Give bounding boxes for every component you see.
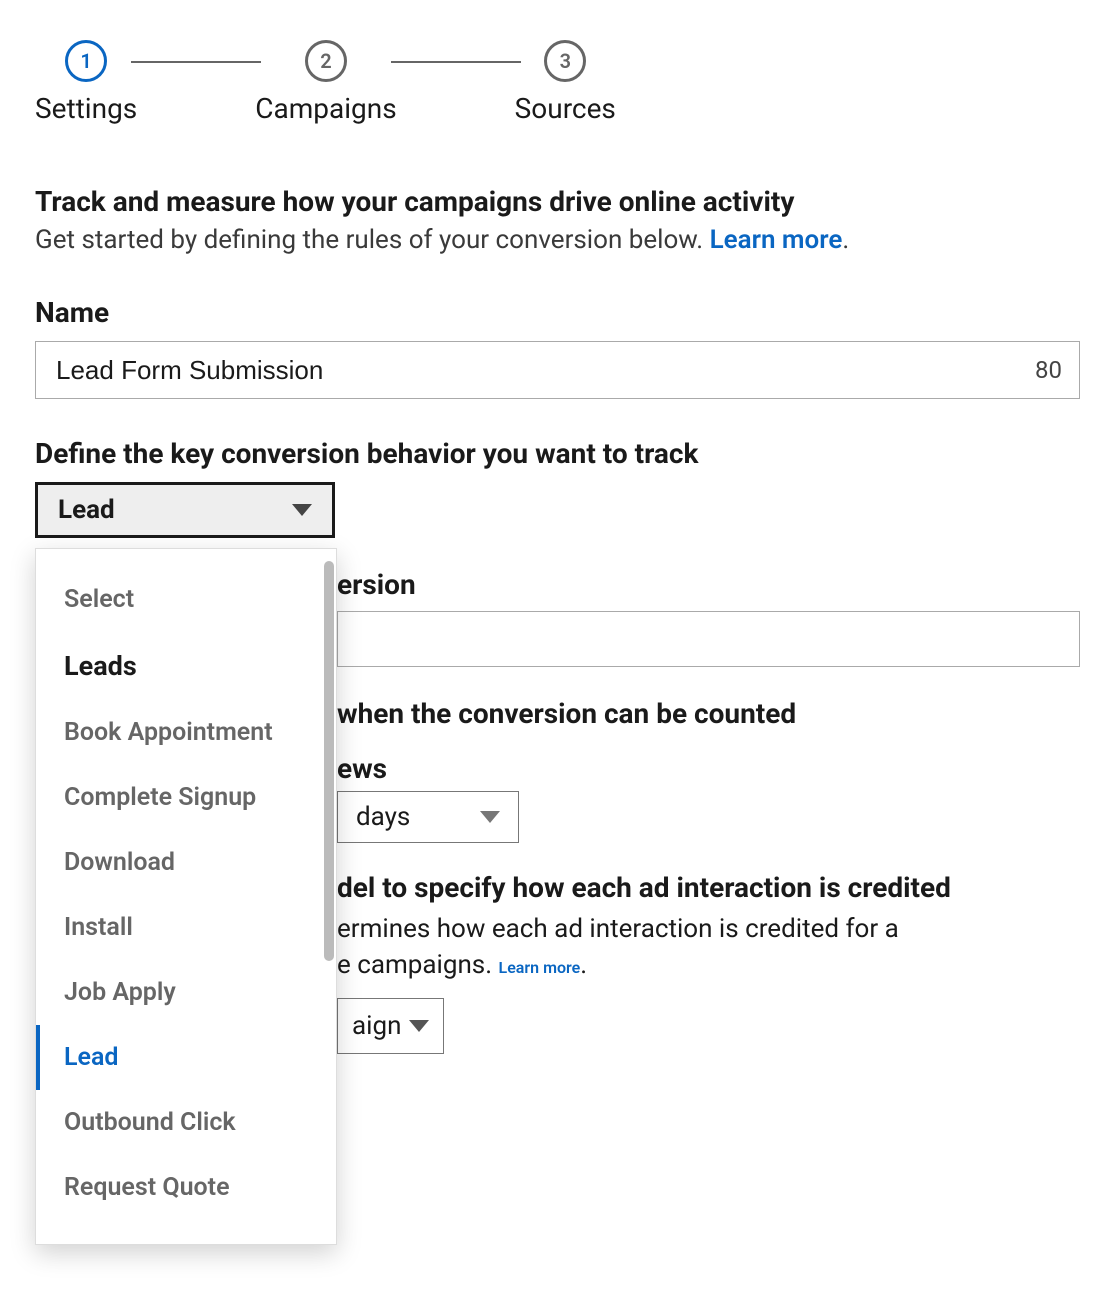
name-section: Name 80: [35, 296, 1080, 399]
chevron-down-icon: [292, 504, 312, 516]
chevron-down-icon: [480, 811, 500, 823]
attribution-body-1: ermines how each ad interaction is credi…: [337, 914, 899, 944]
value-input[interactable]: [337, 611, 1080, 667]
char-remaining: 80: [1035, 356, 1062, 384]
behavior-label: Define the key conversion behavior you w…: [35, 437, 1080, 470]
step-label-2: Campaigns: [255, 92, 396, 125]
name-input[interactable]: [35, 341, 1080, 399]
intro-heading: Track and measure how your campaigns dri…: [35, 185, 1080, 218]
attribution-body-2: e campaigns.: [337, 950, 499, 980]
attribution-model-select[interactable]: aign: [337, 998, 444, 1054]
option-job-apply[interactable]: Job Apply: [36, 960, 336, 1025]
intro-section: Track and measure how your campaigns dri…: [35, 185, 1080, 258]
step-settings[interactable]: 1 Settings: [35, 40, 137, 125]
behavior-dropdown-menu: Select Leads Book Appointment Complete S…: [35, 548, 337, 1245]
step-circle-1: 1: [65, 40, 107, 82]
step-sources[interactable]: 3 Sources: [515, 40, 616, 125]
step-label-1: Settings: [35, 92, 137, 125]
attribution-select-fragment: aign: [352, 1011, 401, 1041]
intro-subheading: Get started by defining the rules of you…: [35, 222, 1080, 258]
behavior-dropdown[interactable]: Lead: [35, 482, 335, 538]
option-download[interactable]: Download: [36, 830, 336, 895]
stepper: 1 Settings 2 Campaigns 3 Sources: [35, 40, 1080, 125]
option-complete-signup[interactable]: Complete Signup: [36, 765, 336, 830]
step-campaigns[interactable]: 2 Campaigns: [255, 40, 396, 125]
option-group-leads: Leads: [36, 632, 336, 700]
step-connector: [131, 61, 261, 63]
option-placeholder[interactable]: Select: [36, 567, 336, 632]
step-connector: [391, 61, 521, 63]
option-request-quote[interactable]: Request Quote: [36, 1155, 336, 1220]
behavior-section: Define the key conversion behavior you w…: [35, 437, 1080, 1054]
option-book-appointment[interactable]: Book Appointment: [36, 700, 336, 765]
step-circle-2: 2: [305, 40, 347, 82]
value-heading-fragment: ersion: [337, 568, 416, 601]
learn-more-link[interactable]: Learn more: [710, 225, 843, 255]
timeframe-heading-fragment: when the conversion can be counted: [337, 697, 796, 730]
option-outbound-click[interactable]: Outbound Click: [36, 1090, 336, 1155]
intro-sub-text: Get started by defining the rules of you…: [35, 225, 710, 255]
views-days-select[interactable]: days: [337, 791, 519, 843]
behavior-selected: Lead: [58, 495, 115, 525]
attribution-heading-fragment: del to specify how each ad interaction i…: [337, 871, 951, 904]
timeframe-sub-fragment: ews: [337, 752, 387, 785]
attribution-learn-more-link[interactable]: Learn more: [499, 958, 581, 977]
step-label-3: Sources: [515, 92, 616, 125]
step-circle-3: 3: [544, 40, 586, 82]
option-install[interactable]: Install: [36, 895, 336, 960]
chevron-down-icon: [409, 1020, 429, 1032]
option-lead[interactable]: Lead: [36, 1025, 336, 1090]
days-label: days: [356, 802, 410, 832]
name-label: Name: [35, 296, 1080, 329]
